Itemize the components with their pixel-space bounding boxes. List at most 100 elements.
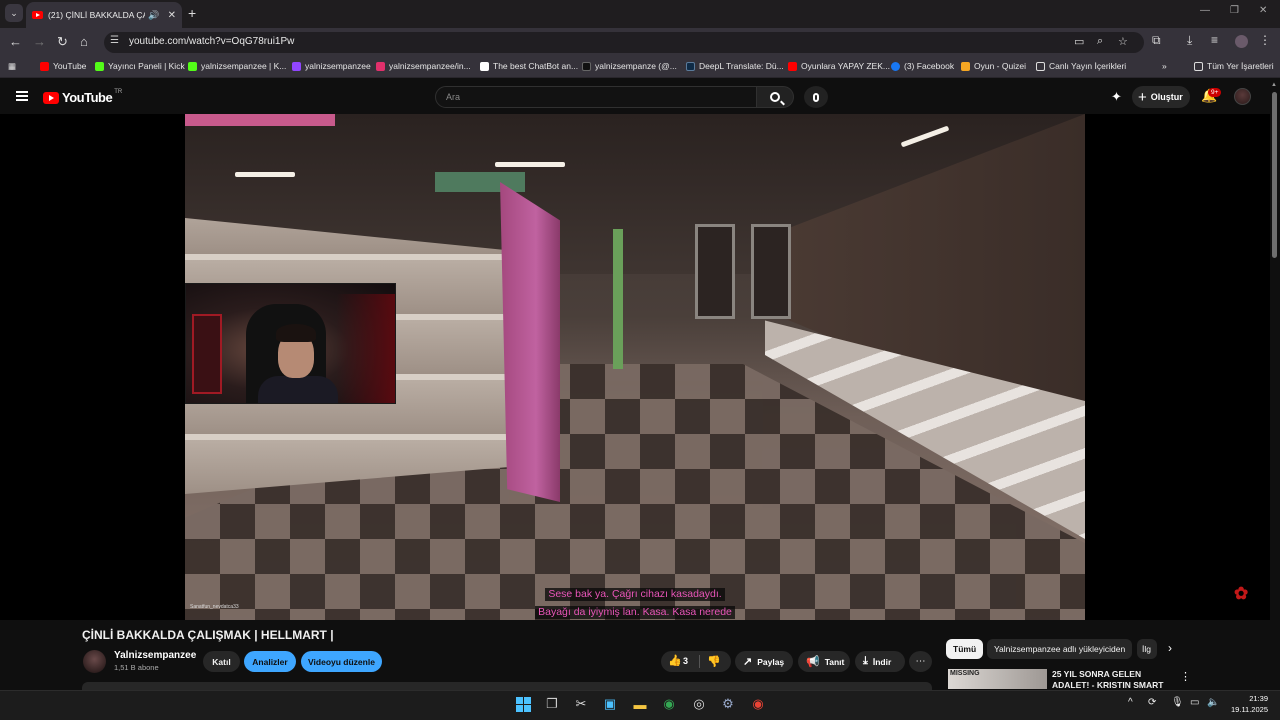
task-view-icon[interactable]: ❐: [543, 695, 561, 713]
search-button[interactable]: [756, 86, 794, 108]
dislike-icon[interactable]: 👎: [707, 655, 721, 668]
microphone-tray-icon[interactable]: 🎙: [1171, 697, 1184, 708]
account-avatar[interactable]: [1234, 88, 1251, 105]
create-button[interactable]: + Oluştur: [1132, 86, 1190, 108]
site-info-icon[interactable]: ☰: [110, 35, 119, 46]
like-icon[interactable]: 👍: [668, 654, 682, 667]
join-button[interactable]: Katıl: [203, 651, 240, 672]
bookmark-item[interactable]: yalnizsempanze (@...: [582, 61, 677, 71]
search-input[interactable]: Ara: [435, 86, 757, 108]
scroll-up-arrow-icon[interactable]: ▲: [1271, 82, 1277, 88]
recommended-more-icon[interactable]: ⋮: [1180, 670, 1191, 683]
download-button[interactable]: ⤓ İndir: [855, 651, 905, 672]
chip-all[interactable]: Tümü: [946, 639, 984, 659]
youtube-logo[interactable]: YouTube TR: [43, 89, 122, 105]
description-box[interactable]: [82, 682, 932, 690]
bookmark-label: YouTube: [53, 61, 87, 71]
cast-sparkle-icon[interactable]: ✦: [1111, 89, 1122, 105]
reload-icon[interactable]: ↻: [57, 34, 68, 50]
recommended-thumbnail[interactable]: MISSING: [948, 669, 1047, 689]
profile-avatar[interactable]: [1235, 35, 1248, 48]
more-bookmarks-chevron-icon[interactable]: »: [1162, 61, 1167, 71]
browser-tab-active[interactable]: (21) ÇİNLİ BAKKALDA ÇALIŞ 🔊 ✕: [26, 2, 182, 28]
extensions-icon[interactable]: ⧉: [1152, 33, 1161, 48]
photos-icon[interactable]: ▣: [601, 695, 619, 713]
snipping-tool-icon[interactable]: ✂: [572, 695, 590, 713]
menu-icon[interactable]: [16, 91, 28, 101]
bookmark-item[interactable]: yalnizsempanzee/in...: [376, 61, 471, 71]
sync-icon[interactable]: ⟳: [1148, 697, 1156, 708]
network-icon[interactable]: ▭: [1190, 697, 1199, 708]
close-tab-icon[interactable]: ✕: [168, 10, 176, 21]
edit-video-button[interactable]: Videoyu düzenle: [301, 651, 382, 672]
create-label: Oluştur: [1150, 92, 1183, 102]
tab-title: (21) ÇİNLİ BAKKALDA ÇALIŞ: [48, 10, 146, 20]
close-window-icon[interactable]: ✕: [1259, 5, 1267, 16]
bookmark-star-icon[interactable]: ☆: [1118, 35, 1128, 48]
new-tab-button[interactable]: +: [188, 5, 196, 21]
steam-icon[interactable]: ⚙: [719, 695, 737, 713]
bookmark-favicon-icon: [480, 61, 489, 71]
bookmark-favicon-icon: [788, 61, 797, 71]
chrome-icon[interactable]: ◉: [660, 695, 678, 713]
channel-name[interactable]: Yalnizsempanzee: [114, 650, 196, 661]
share-button[interactable]: ↗ Paylaş: [735, 651, 793, 672]
bookmark-folder[interactable]: Canlı Yayın İçerikleri: [1036, 61, 1126, 71]
bookmark-item[interactable]: DeepL Translate: Dü...: [686, 61, 784, 71]
all-bookmarks-folder[interactable]: Tüm Yer İşaretleri: [1194, 61, 1274, 71]
like-count[interactable]: 3: [683, 656, 688, 666]
address-url[interactable]: youtube.com/watch?v=OqG78rui1Pw: [129, 36, 294, 47]
bookmark-item[interactable]: YouTube: [40, 61, 86, 71]
analytics-button[interactable]: Analizler: [244, 651, 296, 672]
home-icon[interactable]: ⌂: [80, 34, 88, 49]
bookmark-item[interactable]: Yayıncı Paneli | Kick: [95, 61, 185, 71]
streamer-webcam-overlay: [185, 283, 396, 404]
chip-from-uploader[interactable]: Yalnizsempanzee adlı yükleyiciden: [987, 639, 1133, 659]
back-door: [751, 224, 791, 319]
show-hidden-icons-chevron[interactable]: ^: [1128, 697, 1133, 708]
streamer-body: [258, 376, 338, 403]
back-door: [695, 224, 735, 319]
back-icon[interactable]: ←: [9, 34, 22, 49]
tab-search-button[interactable]: ⌄: [5, 4, 23, 22]
bookmark-item[interactable]: Oyunlara YAPAY ZEK...: [788, 61, 890, 71]
zoom-icon[interactable]: ⌕: [1097, 35, 1103, 48]
bookmark-label: Oyun - Quizei: [974, 61, 1026, 71]
chrome-profile-icon[interactable]: ◉: [749, 695, 767, 713]
obs-icon[interactable]: ◎: [690, 695, 708, 713]
cast-icon[interactable]: ▭: [1074, 35, 1084, 48]
chrome-menu-icon[interactable]: ⋮: [1259, 33, 1271, 47]
youtube-header: YouTube TR Ara ✦ +Oluştur 🔔: [0, 79, 1280, 114]
subscriber-count: 1,51 B abone: [114, 663, 159, 672]
voice-search-button[interactable]: [804, 86, 828, 108]
speaker-icon[interactable]: 🔊: [148, 10, 159, 21]
system-clock[interactable]: 21:39 19.11.2025: [1228, 693, 1268, 715]
address-bar[interactable]: ☰ youtube.com/watch?v=OqG78rui1Pw ▭ ⌕ ☆: [104, 32, 1144, 53]
bookmark-item[interactable]: yalnizsempanzee | K...: [188, 61, 286, 71]
chip-related[interactable]: İlg: [1137, 639, 1157, 659]
more-actions-icon[interactable]: ⋯: [909, 651, 932, 672]
channel-avatar[interactable]: [83, 650, 106, 673]
bookmark-item[interactable]: (3) Facebook: [891, 61, 954, 71]
start-button[interactable]: [514, 695, 532, 713]
bookmark-item[interactable]: Oyun - Quizei: [961, 61, 1026, 71]
restore-icon[interactable]: ❐: [1230, 5, 1239, 16]
bookmark-label: Yayıncı Paneli | Kick: [108, 61, 185, 71]
minimize-icon[interactable]: —: [1200, 5, 1210, 16]
file-explorer-icon[interactable]: ▬: [631, 695, 649, 713]
reading-list-icon[interactable]: ≡: [1211, 33, 1218, 47]
forward-icon[interactable]: →: [33, 34, 46, 49]
download-label: İndir: [872, 656, 892, 667]
channel-branding-icon[interactable]: ✿: [1234, 584, 1254, 604]
bookmark-item[interactable]: The best ChatBot an...: [480, 61, 578, 71]
bookmark-label: (3) Facebook: [904, 61, 955, 71]
page-scrollbar[interactable]: [1272, 92, 1277, 258]
downloads-icon[interactable]: ⤓: [1187, 33, 1192, 48]
notification-badge: 9+: [1208, 88, 1222, 97]
recommended-title[interactable]: 25 YIL SONRA GELEN ADALET! - KRISTIN SMA…: [1052, 669, 1170, 689]
chevron-right-icon[interactable]: ›: [1168, 641, 1172, 655]
apps-grid-icon[interactable]: ▦: [8, 61, 16, 72]
bookmark-item[interactable]: yalnizsempanzee: [292, 61, 371, 71]
volume-icon[interactable]: 🔈: [1207, 697, 1219, 708]
promote-button[interactable]: 📢 Tanıt: [798, 651, 850, 672]
